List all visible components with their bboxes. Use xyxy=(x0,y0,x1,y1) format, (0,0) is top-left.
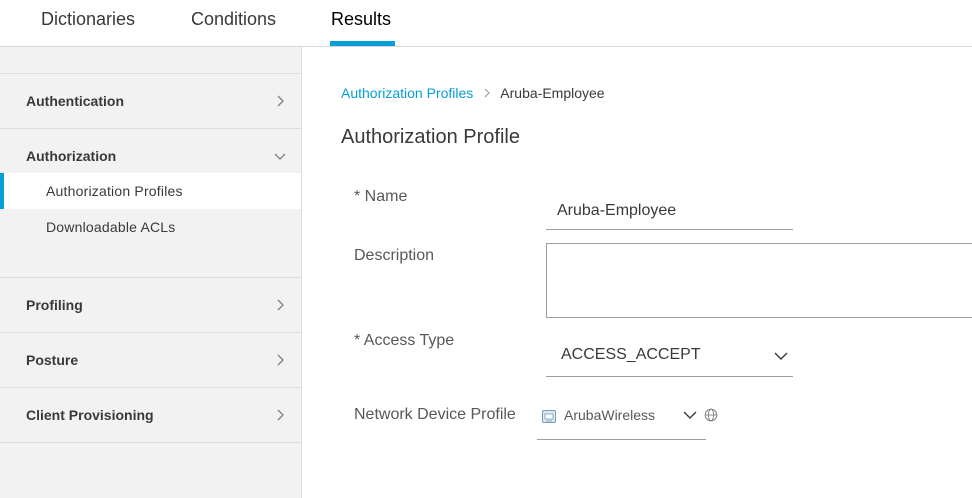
sidebar-divider xyxy=(0,442,301,443)
breadcrumb: Authorization Profiles Aruba-Employee xyxy=(341,85,605,102)
sidebar-subitem-label: Authorization Profiles xyxy=(46,183,183,199)
top-tab-bar: Dictionaries Conditions Results xyxy=(0,0,972,47)
network-device-profile-value: ArubaWireless xyxy=(564,407,656,423)
chevron-right-icon xyxy=(277,95,284,107)
sidebar-item-client-provisioning[interactable]: Client Provisioning xyxy=(0,387,301,442)
sidebar-subitem-authorization-profiles[interactable]: Authorization Profiles xyxy=(0,173,301,209)
description-label: Description xyxy=(354,247,435,264)
page-title: Authorization Profile xyxy=(341,126,520,148)
globe-icon[interactable] xyxy=(704,408,718,422)
sidebar-item-label: Posture xyxy=(26,352,79,368)
breadcrumb-link-authorization-profiles[interactable]: Authorization Profiles xyxy=(341,85,473,101)
sidebar-item-label: Profiling xyxy=(26,297,83,313)
sidebar-subitem-downloadable-acls[interactable]: Downloadable ACLs xyxy=(0,209,301,245)
sidebar-item-profiling[interactable]: Profiling xyxy=(0,277,301,332)
chevron-right-icon xyxy=(277,299,284,311)
chevron-right-icon xyxy=(277,354,284,366)
chevron-down-icon xyxy=(774,352,788,360)
tab-dictionaries[interactable]: Dictionaries xyxy=(41,8,135,30)
access-type-label: * Access Type xyxy=(354,332,455,349)
sidebar-item-label: Authorization xyxy=(26,148,117,164)
sidebar-item-label: Client Provisioning xyxy=(26,407,154,423)
chevron-down-icon xyxy=(274,153,286,160)
sidebar-item-authentication[interactable]: Authentication xyxy=(0,73,301,128)
network-device-profile-select[interactable]: ArubaWireless xyxy=(537,400,706,440)
network-device-icon xyxy=(542,410,556,423)
network-device-profile-label: Network Device Profile xyxy=(354,406,516,423)
sidebar-subitem-label: Downloadable ACLs xyxy=(46,219,176,235)
access-type-select[interactable]: ACCESS_ACCEPT xyxy=(546,336,793,377)
tab-conditions[interactable]: Conditions xyxy=(191,8,276,30)
name-input[interactable] xyxy=(546,192,793,230)
breadcrumb-current: Aruba-Employee xyxy=(500,85,605,101)
chevron-down-icon xyxy=(683,411,697,419)
sidebar: Authentication Authorization Authorizati… xyxy=(0,47,302,498)
sidebar-item-label: Authentication xyxy=(26,93,124,109)
sidebar-item-posture[interactable]: Posture xyxy=(0,332,301,387)
active-tab-indicator xyxy=(330,41,395,46)
chevron-right-icon xyxy=(277,409,284,421)
access-type-value: ACCESS_ACCEPT xyxy=(561,346,701,363)
tab-results[interactable]: Results xyxy=(331,8,391,30)
description-input[interactable] xyxy=(546,243,972,318)
name-label: * Name xyxy=(354,188,408,205)
chevron-right-icon xyxy=(484,88,491,98)
